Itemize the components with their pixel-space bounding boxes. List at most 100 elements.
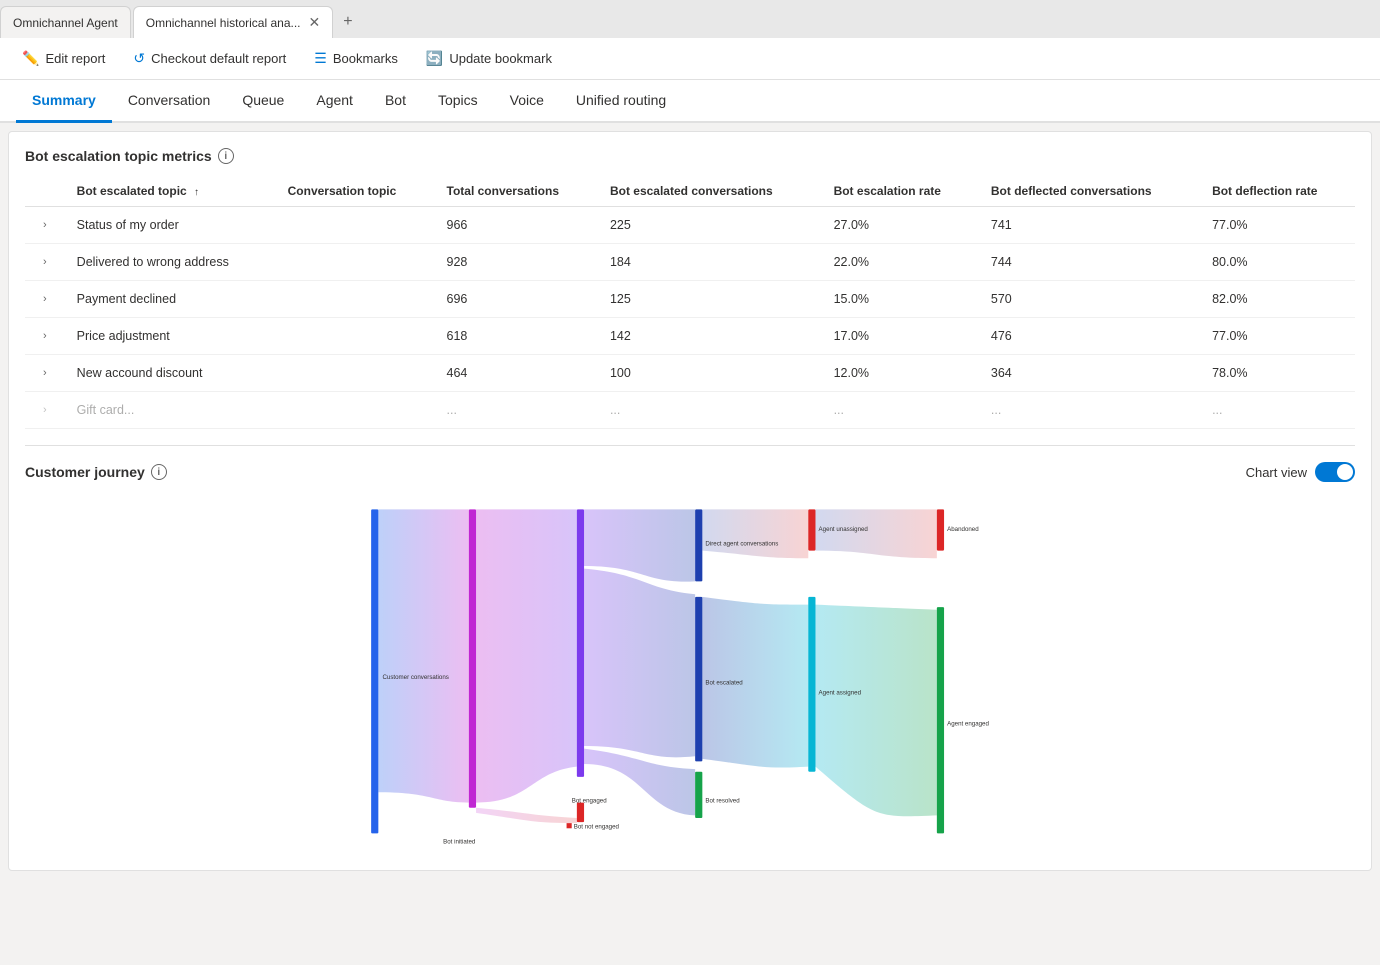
cell-esc-rate: 15.0% bbox=[822, 281, 979, 318]
cell-escalated: 225 bbox=[598, 207, 822, 244]
cell-deflected: ... bbox=[979, 392, 1200, 429]
tab-omnichannel-historical[interactable]: Omnichannel historical ana... ✕ bbox=[133, 6, 333, 38]
cell-escalated: 100 bbox=[598, 355, 822, 392]
cell-topic: Gift card... bbox=[65, 392, 276, 429]
cell-total: ... bbox=[435, 392, 598, 429]
row-expand-button[interactable]: › bbox=[37, 365, 53, 381]
row-expand-button[interactable]: › bbox=[37, 217, 53, 233]
table-row: › Payment declined 696 125 15.0% 570 82.… bbox=[25, 281, 1355, 318]
flow-assigned-engaged bbox=[815, 605, 936, 817]
cell-conv-topic bbox=[276, 207, 435, 244]
checkout-default-label: Checkout default report bbox=[151, 51, 286, 66]
cell-defl-rate: 78.0% bbox=[1200, 355, 1355, 392]
cell-topic: Status of my order bbox=[65, 207, 276, 244]
row-expand-button[interactable]: › bbox=[37, 402, 53, 418]
node-customer-conversations bbox=[371, 509, 378, 833]
table-row: › Delivered to wrong address 928 184 22.… bbox=[25, 244, 1355, 281]
edit-report-button[interactable]: ✏️ Edit report bbox=[16, 46, 111, 71]
label-agent-engaged: Agent engaged bbox=[947, 720, 989, 727]
cell-topic: Payment declined bbox=[65, 281, 276, 318]
th-label: Bot escalated topic bbox=[77, 184, 187, 198]
chart-view-switch[interactable] bbox=[1315, 462, 1355, 482]
tab-label: Omnichannel Agent bbox=[13, 16, 118, 30]
add-tab-button[interactable]: + bbox=[335, 9, 360, 35]
sankey-diagram: Customer conversations Bot initiated Bot… bbox=[25, 494, 1355, 854]
row-expand-button[interactable]: › bbox=[37, 254, 53, 270]
label-abandoned: Abandoned bbox=[947, 526, 979, 533]
cell-conv-topic bbox=[276, 392, 435, 429]
cell-total: 464 bbox=[435, 355, 598, 392]
bot-metrics-table-wrapper[interactable]: Bot escalated topic ↑ Conversation topic… bbox=[25, 176, 1355, 429]
node-agent-assigned bbox=[808, 597, 815, 772]
tab-bot[interactable]: Bot bbox=[369, 80, 422, 123]
cell-deflected: 741 bbox=[979, 207, 1200, 244]
tab-summary[interactable]: Summary bbox=[16, 80, 112, 123]
cell-defl-rate: 82.0% bbox=[1200, 281, 1355, 318]
bookmark-icon: ☰ bbox=[314, 50, 327, 67]
th-bot-escalated-topic[interactable]: Bot escalated topic ↑ bbox=[65, 176, 276, 207]
tab-agent[interactable]: Agent bbox=[300, 80, 369, 123]
bot-metrics-info-icon[interactable]: i bbox=[218, 148, 234, 164]
cell-deflected: 364 bbox=[979, 355, 1200, 392]
browser-chrome: Omnichannel Agent Omnichannel historical… bbox=[0, 0, 1380, 38]
flow-bot-not-engaged bbox=[476, 808, 577, 823]
th-total-conversations: Total conversations bbox=[435, 176, 598, 207]
update-bookmark-button[interactable]: 🔄 Update bookmark bbox=[420, 46, 558, 71]
node-agent-engaged bbox=[937, 607, 944, 833]
main-content: Bot escalation topic metrics i Bot escal… bbox=[8, 131, 1372, 871]
tab-close-icon[interactable]: ✕ bbox=[309, 14, 321, 31]
cell-deflected: 744 bbox=[979, 244, 1200, 281]
expand-cell: › bbox=[25, 392, 65, 429]
label-direct-agent: Direct agent conversations bbox=[705, 540, 778, 547]
bot-metrics-title: Bot escalation topic metrics bbox=[25, 148, 212, 164]
table-row: › Gift card... ... ... ... ... ... bbox=[25, 392, 1355, 429]
bookmarks-button[interactable]: ☰ Bookmarks bbox=[308, 46, 404, 71]
tab-conversation[interactable]: Conversation bbox=[112, 80, 227, 123]
tab-omnichannel-agent[interactable]: Omnichannel Agent bbox=[0, 6, 131, 38]
flow-unassigned-abandoned bbox=[815, 509, 936, 558]
cell-conv-topic bbox=[276, 281, 435, 318]
sort-icon: ↑ bbox=[194, 187, 199, 198]
update-icon: 🔄 bbox=[426, 50, 443, 67]
table-row: › New accound discount 464 100 12.0% 364… bbox=[25, 355, 1355, 392]
tab-label: Omnichannel historical ana... bbox=[146, 16, 301, 30]
cell-topic: New accound discount bbox=[65, 355, 276, 392]
sankey-svg: Customer conversations Bot initiated Bot… bbox=[25, 494, 1355, 854]
cell-defl-rate: 77.0% bbox=[1200, 207, 1355, 244]
expand-cell: › bbox=[25, 318, 65, 355]
nav-tabs: Summary Conversation Queue Agent Bot Top… bbox=[0, 80, 1380, 123]
node-agent-unassigned bbox=[808, 509, 815, 550]
chart-view-toggle: Chart view bbox=[1246, 462, 1355, 482]
checkout-default-button[interactable]: ↺ Checkout default report bbox=[127, 46, 292, 71]
label-agent-assigned: Agent assigned bbox=[819, 690, 862, 697]
label-bot-escalated: Bot escalated bbox=[705, 679, 743, 686]
bookmarks-label: Bookmarks bbox=[333, 51, 398, 66]
cell-esc-rate: 12.0% bbox=[822, 355, 979, 392]
bot-metrics-section: Bot escalation topic metrics i Bot escal… bbox=[9, 132, 1371, 445]
journey-info-icon[interactable]: i bbox=[151, 464, 167, 480]
th-conversation-topic: Conversation topic bbox=[276, 176, 435, 207]
cell-total: 966 bbox=[435, 207, 598, 244]
node-bot-resolved bbox=[695, 772, 702, 818]
flow-bot-initiated-engaged bbox=[476, 509, 577, 802]
tab-voice[interactable]: Voice bbox=[494, 80, 560, 123]
tab-topics[interactable]: Topics bbox=[422, 80, 494, 123]
tab-unified-routing[interactable]: Unified routing bbox=[560, 80, 682, 123]
flow-engaged-escalated bbox=[584, 569, 695, 758]
checkout-icon: ↺ bbox=[133, 50, 145, 67]
bot-metrics-table: Bot escalated topic ↑ Conversation topic… bbox=[25, 176, 1355, 429]
node-bot-engaged bbox=[577, 509, 584, 776]
legend-bot-not-engaged-icon bbox=[567, 823, 572, 828]
cell-deflected: 476 bbox=[979, 318, 1200, 355]
tab-queue[interactable]: Queue bbox=[226, 80, 300, 123]
row-expand-button[interactable]: › bbox=[37, 291, 53, 307]
node-abandoned bbox=[937, 509, 944, 550]
cell-topic: Price adjustment bbox=[65, 318, 276, 355]
th-bot-escalation-rate: Bot escalation rate bbox=[822, 176, 979, 207]
flow-engaged-resolved bbox=[584, 749, 695, 816]
node-bot-escalated bbox=[695, 597, 702, 762]
row-expand-button[interactable]: › bbox=[37, 328, 53, 344]
node-bot-initiated bbox=[469, 509, 476, 807]
th-expand bbox=[25, 176, 65, 207]
toolbar: ✏️ Edit report ↺ Checkout default report… bbox=[0, 38, 1380, 80]
